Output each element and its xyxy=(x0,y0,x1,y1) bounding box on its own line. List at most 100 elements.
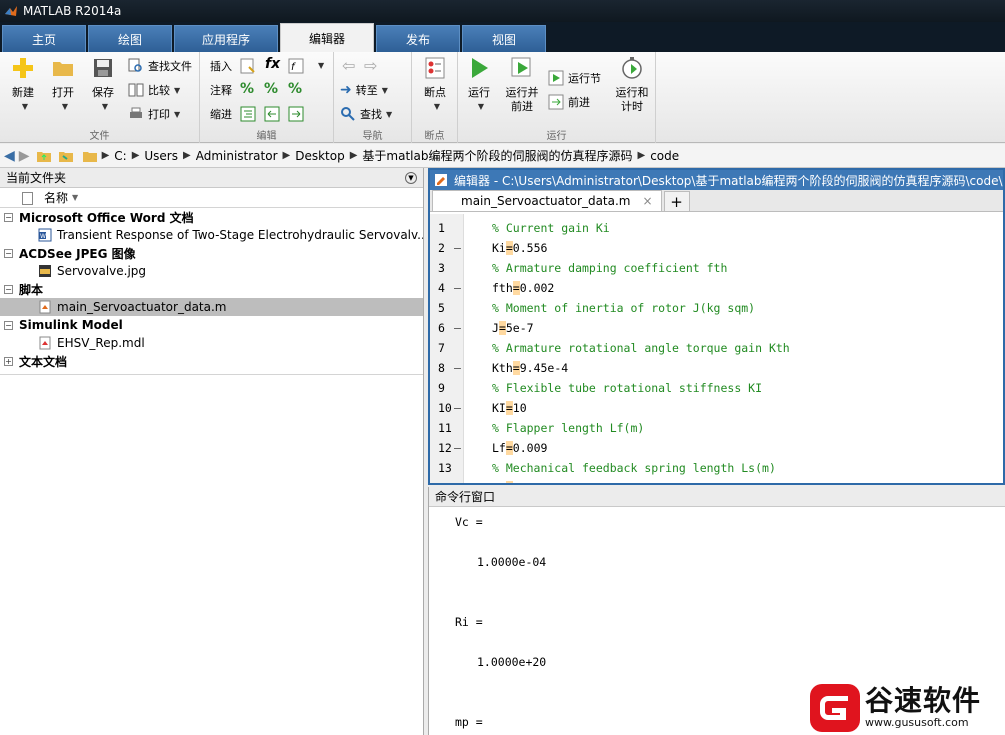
code-line[interactable]: KI = 10 xyxy=(492,398,527,418)
name-column-header[interactable]: 名称 ▼ xyxy=(0,188,423,208)
tab-editor[interactable]: 编辑器 xyxy=(280,23,374,52)
executable-marker[interactable]: — xyxy=(454,318,461,338)
code-line[interactable]: % Flexible tube rotational stiffness KI xyxy=(492,378,762,398)
path-segment[interactable]: code xyxy=(650,149,679,163)
tab-plots[interactable]: 绘图 xyxy=(88,25,172,52)
code-identifier: fth xyxy=(492,281,513,295)
uncomment-icon[interactable]: % xyxy=(264,81,278,97)
file-item-docx[interactable]: W Transient Response of Two-Stage Electr… xyxy=(0,226,423,244)
save-label: 保存 xyxy=(92,86,114,99)
tab-apps[interactable]: 应用程序 xyxy=(174,25,278,52)
wrap-comment-icon[interactable]: % xyxy=(288,81,302,97)
group-scripts[interactable]: − 脚本 xyxy=(0,280,423,298)
print-button[interactable]: 打印 ▼ xyxy=(128,104,180,124)
run-and-advance-button[interactable]: 运行并 前进 xyxy=(502,56,542,114)
run-section-label: 运行节 xyxy=(568,72,601,85)
code-line[interactable]: Kth = 9.45e-4 xyxy=(492,358,568,378)
path-segment[interactable]: Users xyxy=(144,149,178,163)
address-bar: ◀ ▶ ▶ C: ▶ Users ▶ Administrator ▶ Deskt… xyxy=(0,144,1005,168)
file-item-m-script[interactable]: main_Servoactuator_data.m xyxy=(0,298,423,316)
code-operator: = xyxy=(498,321,506,335)
code-line[interactable]: % Mechanical feedback spring length Ls(m… xyxy=(492,458,776,478)
navigate-group-label: 导航 xyxy=(362,131,383,142)
tab-home[interactable]: 主页 xyxy=(2,25,86,52)
save-button[interactable]: 保存 ▼ xyxy=(88,56,118,114)
executable-marker[interactable]: — xyxy=(454,438,461,458)
run-and-time-button[interactable]: 运行和 计时 xyxy=(612,56,652,114)
back-arrow-icon[interactable]: ⇦ xyxy=(342,56,355,75)
panel-menu-icon[interactable]: ▼ xyxy=(405,171,417,184)
caret-icon: ▼ xyxy=(174,85,181,95)
print-label: 打印 xyxy=(148,108,170,121)
find-files-button[interactable]: 查找文件 xyxy=(128,56,192,76)
caret-icon[interactable]: ▼ xyxy=(318,61,324,70)
file-item-mdl[interactable]: EHSV_Rep.mdl xyxy=(0,334,423,352)
run-section-button[interactable]: 运行节 xyxy=(548,68,601,88)
executable-marker[interactable]: — xyxy=(454,278,461,298)
editor-tab[interactable]: main_Servoactuator_data.m × xyxy=(432,190,662,211)
current-folder-panel: 当前文件夹 ▼ 名称 ▼ − Microsoft Office Word 文档 W… xyxy=(0,168,424,735)
browse-folder-icon[interactable] xyxy=(58,149,74,163)
file-item-jpg[interactable]: Servovalve.jpg xyxy=(0,262,423,280)
goto-button[interactable]: ➜ 转至 ▼ xyxy=(340,80,388,100)
forward-arrow-icon[interactable]: ⇨ xyxy=(364,56,377,75)
code-line[interactable]: % Moment of inertia of rotor J(kg sqm) xyxy=(492,298,755,318)
run-button[interactable]: 运行 ▼ xyxy=(464,56,494,114)
executable-marker[interactable]: — xyxy=(454,238,461,258)
edit-group: 插入 注释 缩进 fx f ▼ % % % 编辑 xyxy=(200,52,334,143)
smart-indent-icon[interactable] xyxy=(240,106,256,122)
executable-marker[interactable]: — xyxy=(454,398,461,418)
code-area[interactable]: 1234567891011121314 % Current gain Ki—Ki… xyxy=(430,214,1003,483)
forward-icon[interactable]: ▶ xyxy=(19,148,30,164)
new-button[interactable]: 新建 ▼ xyxy=(8,56,38,114)
collapse-icon: − xyxy=(4,284,13,294)
printer-icon xyxy=(130,107,142,118)
find-button[interactable]: 查找 ▼ xyxy=(340,104,392,124)
code-line[interactable]: Ki = 0.556 xyxy=(492,238,547,258)
back-icon[interactable]: ◀ xyxy=(4,148,15,164)
increase-indent-icon[interactable] xyxy=(288,106,304,122)
indent-label: 缩进 xyxy=(210,108,232,121)
code-line[interactable]: % Flapper length Lf(m) xyxy=(492,418,644,438)
decrease-indent-icon[interactable] xyxy=(264,106,280,122)
breakpoints-button[interactable]: 断点 ▼ xyxy=(420,56,450,114)
watermark-url: www.gususoft.com xyxy=(865,715,969,729)
watermark-name: 谷速软件 xyxy=(865,683,982,717)
path-segment[interactable]: Desktop xyxy=(295,149,345,163)
new-tab-plus-icon[interactable]: + xyxy=(663,191,690,211)
line-number: 3 xyxy=(438,261,445,275)
group-jpeg[interactable]: − ACDSee JPEG 图像 xyxy=(0,244,423,262)
code-line[interactable]: Lf = 0.009 xyxy=(492,438,547,458)
path-separator: ▶ xyxy=(349,150,358,161)
compare-button[interactable]: 比较 ▼ xyxy=(128,80,180,100)
tab-view[interactable]: 视图 xyxy=(462,25,546,52)
open-button[interactable]: 打开 ▼ xyxy=(48,56,78,114)
group-text[interactable]: + 文本文档 xyxy=(0,352,423,370)
code-line[interactable]: fth = 0.002 xyxy=(492,278,554,298)
path-segment[interactable]: Administrator xyxy=(196,149,278,163)
caret-icon: ▼ xyxy=(433,102,441,111)
group-word[interactable]: − Microsoft Office Word 文档 xyxy=(0,208,423,226)
insert-section-icon[interactable] xyxy=(240,58,256,74)
run-group-label: 运行 xyxy=(546,131,567,142)
close-icon[interactable]: × xyxy=(643,194,653,208)
insert-function-icon[interactable]: f xyxy=(288,58,304,74)
fx-icon[interactable]: fx xyxy=(265,56,280,72)
group-simulink[interactable]: − Simulink Model xyxy=(0,316,423,334)
code-line[interactable]: % Armature damping coefficient fth xyxy=(492,258,727,278)
executable-marker[interactable]: — xyxy=(454,478,461,483)
path-segment[interactable]: C: xyxy=(114,149,126,163)
percent-comment-icon[interactable]: % xyxy=(240,81,254,97)
up-folder-icon[interactable] xyxy=(36,149,52,163)
advance-button[interactable]: 前进 xyxy=(548,92,590,112)
file-column-icon xyxy=(22,192,33,205)
code-comment: % Flexible tube rotational stiffness KI xyxy=(492,381,763,395)
executable-marker[interactable]: — xyxy=(454,358,461,378)
code-line[interactable]: % Armature rotational angle torque gain … xyxy=(492,338,790,358)
code-line[interactable]: Ls=0.03 xyxy=(492,478,541,483)
tab-publish[interactable]: 发布 xyxy=(376,25,460,52)
code-line[interactable]: J = 5e-7 xyxy=(492,318,534,338)
code-comment: % Current gain Ki xyxy=(492,221,610,235)
code-line[interactable]: % Current gain Ki xyxy=(492,218,610,238)
path-segment[interactable]: 基于matlab编程两个阶段的伺服阀的仿真程序源码 xyxy=(362,147,632,164)
